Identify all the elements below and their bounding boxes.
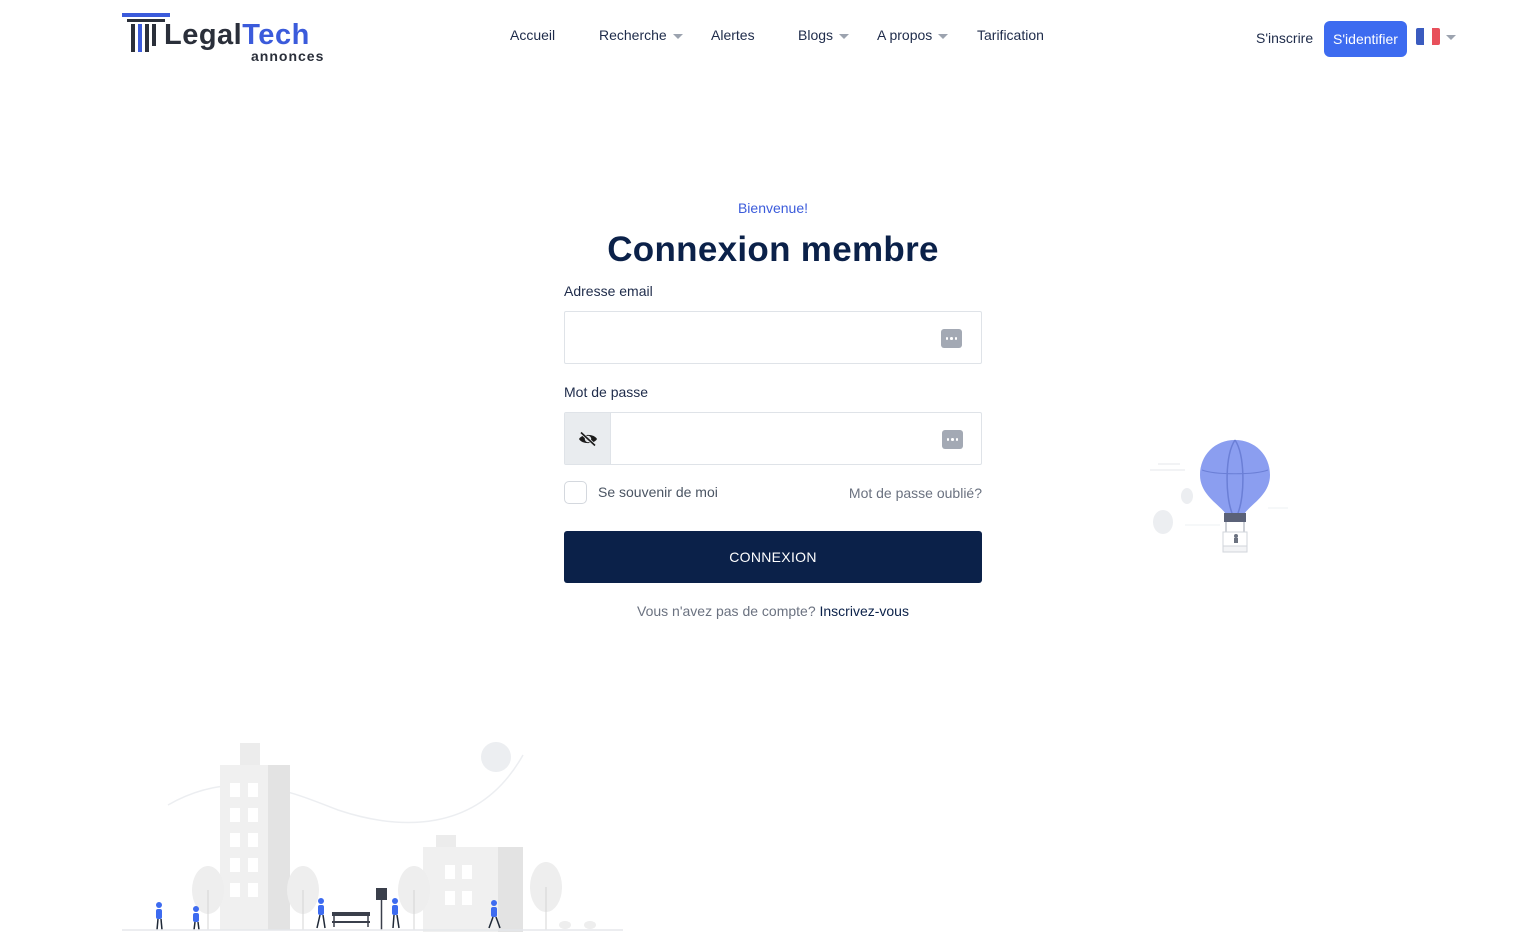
nav-item-a-propos[interactable]: A propos [877, 27, 949, 43]
email-label: Adresse email [564, 283, 653, 299]
nav-label: Recherche [599, 27, 667, 43]
signin-button[interactable]: S'identifier [1324, 21, 1407, 57]
password-manager-icon[interactable] [942, 430, 963, 449]
welcome-text: Bienvenue! [737, 200, 809, 216]
nav-label: A propos [877, 27, 933, 43]
no-account-line: Vous n'avez pas de compte? Inscrivez-vou… [564, 603, 982, 619]
nav-label: Alertes [711, 27, 755, 43]
nav-item-accueil[interactable]: Accueil [510, 27, 555, 43]
site-header: LegalTech annonces Accueil Recherche Ale… [0, 0, 1529, 80]
remember-me-label[interactable]: Se souvenir de moi [598, 484, 718, 500]
nav-item-recherche[interactable]: Recherche [599, 27, 683, 43]
email-field-wrapper [564, 311, 982, 364]
brand-tagline: annonces [251, 48, 325, 64]
signup-link[interactable]: S'inscrire [1256, 30, 1313, 46]
password-field-wrapper [564, 412, 982, 465]
toggle-password-visibility[interactable] [565, 413, 611, 464]
nav-item-alertes[interactable]: Alertes [711, 27, 755, 43]
password-manager-icon[interactable] [941, 329, 962, 348]
city-illustration [122, 742, 623, 932]
eye-off-icon [578, 430, 597, 447]
brand-name: LegalTech [164, 18, 310, 52]
nav-label: Tarification [977, 27, 1044, 43]
nav-item-blogs[interactable]: Blogs [798, 27, 850, 43]
chevron-down-icon [672, 33, 683, 39]
hot-air-balloon-illustration [1150, 439, 1288, 553]
brand-name-tech: Tech [242, 19, 310, 51]
brand-name-legal: Legal [164, 19, 243, 51]
chevron-down-icon [1446, 35, 1456, 40]
remember-me-checkbox[interactable] [564, 481, 587, 504]
login-submit-button[interactable]: CONNEXION [564, 531, 982, 583]
password-label: Mot de passe [564, 384, 649, 400]
forgot-password-link[interactable]: Mot de passe oublié? [849, 485, 982, 501]
nav-label: Blogs [798, 27, 834, 43]
legaltech-logo[interactable]: LegalTech annonces [120, 12, 330, 64]
email-field[interactable] [565, 312, 925, 363]
page-title: Connexion membre [607, 230, 939, 269]
nav-label: Accueil [510, 27, 556, 43]
register-link[interactable]: Inscrivez-vous [820, 603, 909, 619]
france-flag-icon [1416, 28, 1440, 45]
language-selector[interactable] [1416, 28, 1456, 45]
no-account-text: Vous n'avez pas de compte? [637, 603, 816, 619]
chevron-down-icon [839, 33, 850, 39]
nav-item-tarification[interactable]: Tarification [977, 27, 1044, 43]
chevron-down-icon [938, 33, 949, 39]
password-field[interactable] [611, 413, 925, 464]
